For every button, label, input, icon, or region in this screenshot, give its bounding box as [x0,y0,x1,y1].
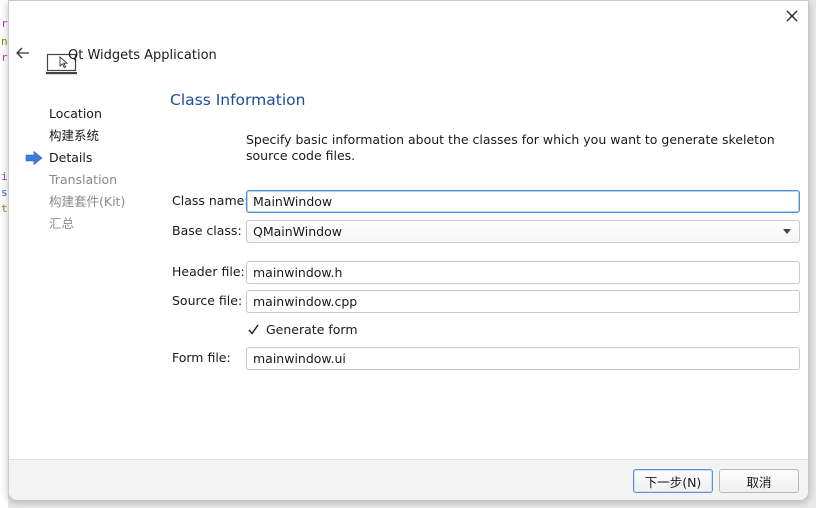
back-button[interactable] [15,45,33,63]
editor-glyph: r [1,17,8,30]
class-name-value: MainWindow [253,194,333,209]
editor-glyph: s [1,186,8,199]
class-name-input[interactable]: MainWindow [246,190,800,213]
dialog-footer: 下一步(N) 取消 [9,459,808,500]
step-translation: Translation [49,172,118,187]
step-location: Location [49,106,102,121]
page-description: Specify basic information about the clas… [246,132,775,163]
form-file-label: Form file: [172,350,231,365]
generate-form-checkbox[interactable]: Generate form [247,322,358,337]
source-file-label: Source file: [172,293,243,308]
form-file-input[interactable]: mainwindow.ui [246,347,800,370]
current-step-arrow-icon [25,151,43,165]
header-file-input[interactable]: mainwindow.h [246,261,800,284]
source-file-value: mainwindow.cpp [253,294,358,309]
base-class-label: Base class: [172,223,242,238]
step-summary: 汇总 [49,216,75,231]
editor-glyph: n [1,35,8,48]
step-build-system: 构建系统 [49,128,100,143]
class-name-label: Class name: [172,193,249,208]
background-editor: r n r i s t [0,0,8,508]
editor-glyph: r [1,51,8,64]
base-class-combo[interactable]: QMainWindow [246,220,800,243]
editor-glyph: i [1,170,8,183]
source-file-input[interactable]: mainwindow.cpp [246,290,800,313]
page-title: Class Information [170,91,306,109]
step-details-label: Details [49,150,93,165]
next-button[interactable]: 下一步(N) [633,469,713,493]
close-icon [786,10,798,22]
step-details: Details [25,150,125,172]
header-file-label: Header file: [172,264,245,279]
wizard-title: Qt Widgets Application [68,48,217,63]
base-class-value: QMainWindow [253,224,342,239]
header-file-value: mainwindow.h [253,265,343,280]
chevron-down-icon [783,229,791,234]
cancel-button[interactable]: 取消 [719,469,799,493]
generate-form-label: Generate form [266,322,358,337]
new-project-wizard-dialog: Qt Widgets Application Location 构建系统 Det… [8,0,809,500]
back-arrow-icon [16,47,29,59]
form-file-value: mainwindow.ui [253,351,346,366]
close-button[interactable] [782,6,802,26]
editor-glyph: t [1,202,8,215]
checkmark-icon [247,323,260,336]
step-kit: 构建套件(Kit) [49,194,126,209]
wizard-steps: Location 构建系统 Details Translation 构建套件(K… [25,106,126,238]
